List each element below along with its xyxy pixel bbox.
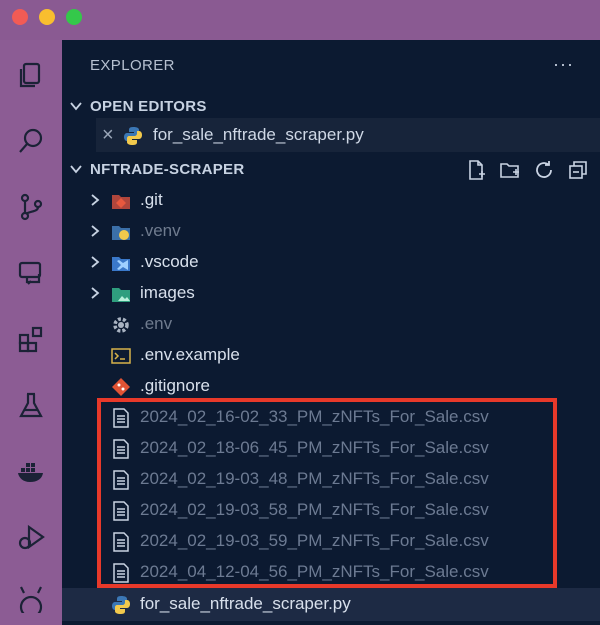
collapse-all-icon[interactable]	[566, 158, 590, 182]
tree-item-env[interactable]: .env	[62, 309, 600, 340]
minimize-window-button[interactable]	[39, 9, 55, 25]
tree-item-label: .venv	[140, 221, 181, 240]
close-icon[interactable]: ×	[102, 124, 114, 147]
project-title: NFTRADE-SCRAPER	[90, 160, 245, 178]
tree-item-vscode[interactable]: .vscode	[62, 247, 600, 278]
run-debug-icon[interactable]	[0, 509, 62, 565]
images-folder-icon	[110, 283, 132, 305]
tree-item-env-example[interactable]: .env.example	[62, 340, 600, 371]
maximize-window-button[interactable]	[66, 9, 82, 25]
remote-explorer-icon[interactable]	[0, 245, 62, 301]
extensions-icon[interactable]	[0, 311, 62, 367]
search-icon[interactable]	[0, 113, 62, 169]
tree-item-git[interactable]: .git	[62, 185, 600, 216]
python-file-icon	[122, 125, 144, 147]
tree-item-label: .gitignore	[140, 376, 210, 395]
explorer-sidebar: EXPLORER ··· OPEN EDITORS × for_sale_nft…	[62, 40, 600, 625]
python-folder-icon	[110, 221, 132, 243]
tree-item-label: images	[140, 283, 195, 302]
close-window-button[interactable]	[12, 9, 28, 25]
refresh-icon[interactable]	[532, 158, 556, 182]
python-file-icon	[110, 594, 132, 616]
vscode-folder-icon	[110, 252, 132, 274]
testing-icon[interactable]	[0, 377, 62, 433]
docker-icon[interactable]	[0, 443, 62, 499]
chevron-down-icon	[62, 162, 90, 176]
git-icon	[110, 376, 132, 398]
alien-extension-icon[interactable]	[0, 569, 62, 625]
highlight-annotation-box	[97, 398, 557, 588]
tree-item-label: .env.example	[140, 345, 240, 364]
tree-item-venv[interactable]: .venv	[62, 216, 600, 247]
open-editor-item[interactable]: × for_sale_nftrade_scraper.py	[96, 118, 600, 152]
open-editors-section-header[interactable]: OPEN EDITORS	[62, 91, 600, 121]
chevron-right-icon	[91, 225, 100, 237]
gear-icon	[110, 314, 132, 336]
terminal-icon	[110, 345, 132, 367]
chevron-right-icon	[91, 194, 100, 206]
open-editor-filename: for_sale_nftrade_scraper.py	[153, 125, 364, 144]
more-actions-button[interactable]: ···	[553, 54, 574, 75]
new-folder-icon[interactable]	[498, 158, 522, 182]
tree-item-label: .vscode	[140, 252, 199, 271]
explorer-icon[interactable]	[0, 47, 62, 103]
chevron-down-icon	[62, 99, 90, 113]
activity-bar	[0, 40, 62, 625]
tree-item-label: for_sale_nftrade_scraper.py	[140, 594, 351, 613]
chevron-right-icon	[91, 256, 100, 268]
open-editors-title: OPEN EDITORS	[90, 97, 207, 115]
new-file-icon[interactable]	[464, 158, 488, 182]
source-control-icon[interactable]	[0, 179, 62, 235]
tree-item-python-file[interactable]: for_sale_nftrade_scraper.py	[62, 589, 600, 620]
explorer-title: EXPLORER	[90, 57, 175, 74]
git-folder-icon	[110, 190, 132, 212]
tree-item-label: .git	[140, 190, 163, 209]
explorer-toolbar	[464, 158, 590, 182]
title-bar	[0, 0, 600, 40]
chevron-right-icon	[91, 287, 100, 299]
tree-item-label: .env	[140, 314, 173, 333]
tree-item-images[interactable]: images	[62, 278, 600, 309]
